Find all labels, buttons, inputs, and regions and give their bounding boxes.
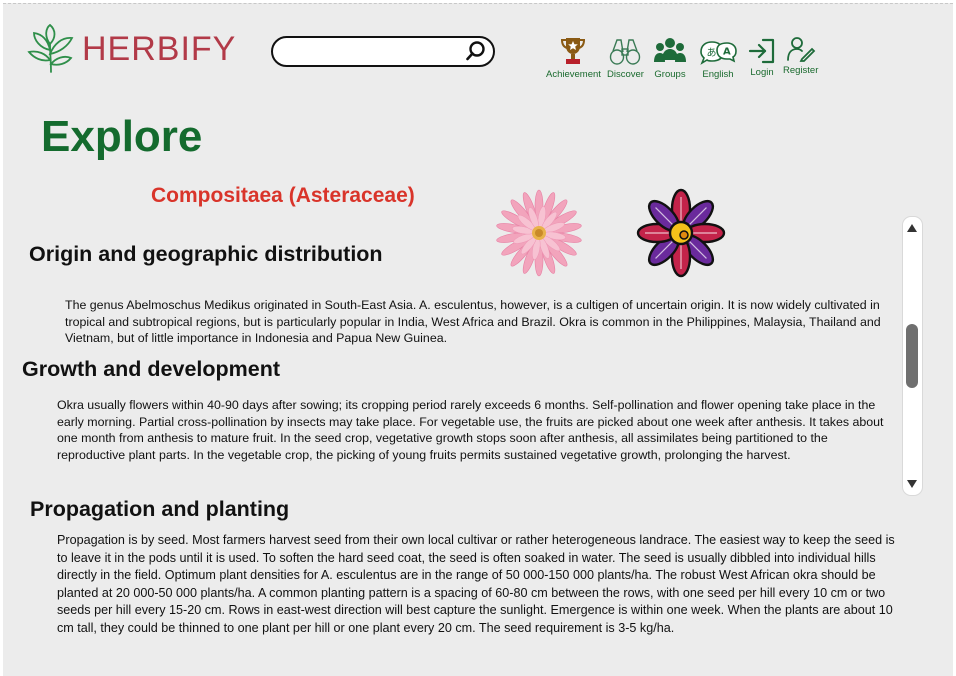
page-title: Explore <box>41 112 203 161</box>
brand-name: HERBIFY <box>82 29 237 68</box>
login-icon <box>748 38 775 64</box>
trophy-icon <box>561 38 586 64</box>
scroll-up-icon[interactable] <box>907 224 917 232</box>
nav-language[interactable]: あ A English <box>699 40 737 80</box>
groups-icon <box>654 38 686 62</box>
search-box[interactable] <box>271 36 495 67</box>
nav-label: Login <box>750 67 774 78</box>
flower-photo <box>496 189 582 277</box>
nav-label: Discover <box>607 69 644 80</box>
section-text-growth: Okra usually flowers within 40-90 days a… <box>57 398 884 462</box>
search-input[interactable] <box>285 39 469 64</box>
scroll-down-icon[interactable] <box>907 480 917 488</box>
svg-text:A: A <box>723 47 731 58</box>
flower-illustration <box>636 188 726 278</box>
family-name: Compositaea (Asteraceae) <box>151 184 415 207</box>
language-icon: あ A <box>700 41 737 65</box>
register-icon <box>786 37 815 62</box>
nav-discover[interactable]: Discover <box>607 38 644 80</box>
nav-label: Achievement <box>546 69 601 80</box>
nav-label: English <box>702 69 734 80</box>
nav-achievement[interactable]: Achievement <box>546 36 601 80</box>
leaf-logo-icon <box>27 24 74 73</box>
scrollbar-thumb[interactable] <box>906 324 918 388</box>
nav-label: Register <box>783 65 819 76</box>
scrollbar[interactable] <box>902 216 923 496</box>
binoculars-icon <box>610 39 641 65</box>
nav-label: Groups <box>654 69 686 80</box>
section-text-origin: The genus Abelmoschus Medikus originated… <box>65 298 881 345</box>
section-heading-origin: Origin and geographic distribution <box>29 242 383 266</box>
nav-login[interactable]: Login <box>748 38 776 78</box>
section-heading-growth: Growth and development <box>22 357 281 381</box>
logo[interactable]: HERBIFY <box>26 24 236 74</box>
section-heading-propagation: Propagation and planting <box>30 497 290 521</box>
search-icon[interactable] <box>465 40 487 62</box>
nav-groups[interactable]: Groups <box>654 36 686 80</box>
nav-register[interactable]: Register <box>783 36 818 76</box>
section-text-propagation: Propagation is by seed. Most farmers har… <box>57 533 895 635</box>
svg-text:あ: あ <box>707 47 717 59</box>
